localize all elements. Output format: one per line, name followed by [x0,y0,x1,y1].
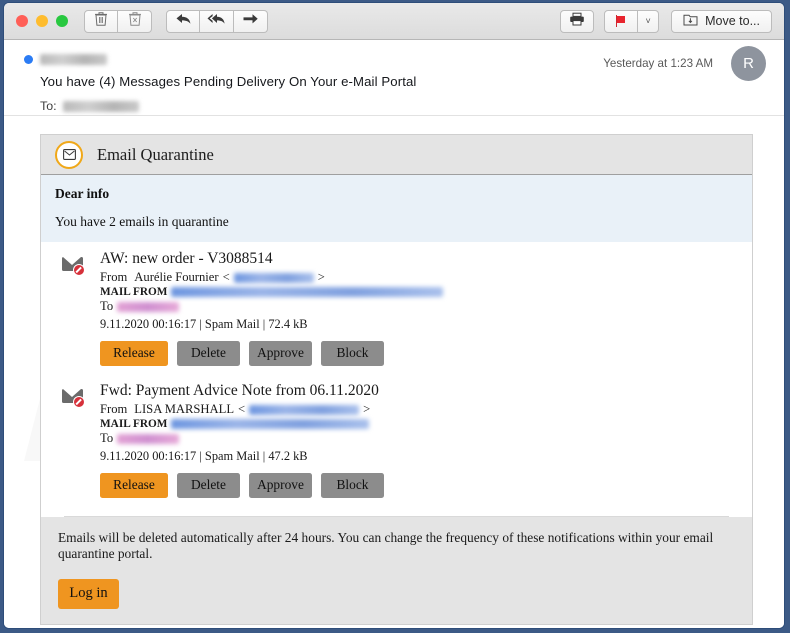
quarantine-title: Email Quarantine [97,144,214,164]
trash-icon [94,11,108,31]
window-toolbar: ˅ Move to... [4,3,784,40]
junk-trash-icon [128,11,142,31]
from-label: From [100,270,128,284]
reply-all-button[interactable] [200,9,234,33]
mail-subject: Fwd: Payment Advice Note from 06.11.2020 [100,382,379,399]
block-button[interactable]: Block [321,341,384,366]
mail-from-row: From Aurélie Fournier < > [100,270,443,285]
log-in-button[interactable]: Log in [58,579,119,609]
mail-to-address-redacted[interactable] [117,433,180,444]
mail-date-meta: 9.11.2020 00:16:17 | Spam Mail | 72.4 kB [100,317,308,331]
red-flag-icon [615,15,627,27]
angle-open: < [238,402,246,416]
zoom-window-button[interactable] [56,15,68,27]
mail-from-row: From LISA MARSHALL < > [100,402,384,417]
mail-date-meta: 9.11.2020 00:16:17 | Spam Mail | 47.2 kB [100,449,308,463]
mail-from-address-redacted[interactable] [171,419,370,429]
from-name: Aurélie Fournier [134,270,219,284]
move-to-label: Move to... [705,14,760,28]
delete-button[interactable] [84,9,118,33]
sender-address-redacted [40,54,107,65]
quarantined-mail-list: AW: new order - V3088514 From Aurélie Fo… [41,242,752,517]
list-item: Fwd: Payment Advice Note from 06.11.2020… [41,374,752,506]
mail-details: AW: new order - V3088514 From Aurélie Fo… [100,250,444,370]
footer-note: Emails will be deleted automatically aft… [58,530,714,561]
angle-open: < [222,270,230,284]
quarantine-card: Email Quarantine Dear info You have 2 em… [40,134,753,625]
flag-dropdown-button[interactable]: ˅ [638,9,660,33]
avatar: R [731,46,766,81]
to-label: To: [40,99,57,113]
envelope-badge-icon [55,140,83,169]
approve-button[interactable]: Approve [249,473,312,498]
mail-subject: AW: new order - V3088514 [100,250,273,267]
mail-window: ˅ Move to... You have (4) Messages Pendi… [3,2,785,629]
release-button[interactable]: Release [100,341,168,366]
recipient-address-redacted [62,100,139,112]
from-address-redacted[interactable] [249,404,360,415]
message-body: Email Quarantine Dear info You have 2 em… [4,116,784,628]
quarantine-count-text: You have 2 emails in quarantine [55,214,229,229]
message-header: You have (4) Messages Pending Delivery O… [4,40,784,116]
mail-from-address-redacted[interactable] [171,287,444,297]
junk-button[interactable] [118,9,152,33]
delete-button-group [84,9,152,33]
from-label: From [100,402,128,416]
reply-button-group [166,9,268,33]
greeting-text: Dear info [55,186,110,201]
quarantine-card-header: Email Quarantine [41,135,752,175]
quarantine-footer: Emails will be deleted automatically aft… [41,517,752,624]
printer-icon [569,12,585,31]
print-button[interactable] [560,9,595,33]
from-address-redacted[interactable] [233,272,314,283]
message-subject: You have (4) Messages Pending Delivery O… [40,74,417,89]
mail-to-row: To [100,431,384,446]
from-name: LISA MARSHALL [134,402,235,416]
quarantine-greeting-block: Dear info You have 2 emails in quarantin… [41,175,752,242]
mail-envelope-from-row: MAIL FROM [100,286,444,298]
folder-move-icon [683,13,698,30]
mail-to-row: To [100,299,443,314]
mail-action-buttons: Release Delete Approve Block [100,341,443,366]
approve-button[interactable]: Approve [249,341,312,366]
angle-close: > [317,270,325,284]
blocked-envelope-icon [62,387,85,409]
print-button-group [560,9,595,33]
to-label: To [100,299,114,313]
reply-button[interactable] [166,9,200,33]
move-to-button[interactable]: Move to... [671,9,772,33]
unread-dot-icon[interactable] [24,55,33,64]
reply-arrow-icon [175,12,192,31]
delete-button[interactable]: Delete [177,473,240,498]
list-item: AW: new order - V3088514 From Aurélie Fo… [41,242,752,374]
message-date: Yesterday at 1:23 AM [603,57,713,70]
mail-to-address-redacted[interactable] [117,301,180,312]
reply-all-arrow-icon [207,12,226,31]
to-label: To [100,431,114,445]
block-button[interactable]: Block [321,473,384,498]
flag-button-group: ˅ [604,9,660,33]
forward-button[interactable] [234,9,268,33]
mail-from-label: MAIL FROM [100,418,168,430]
minimize-window-button[interactable] [36,15,48,27]
mail-envelope-from-row: MAIL FROM [100,418,384,430]
traffic-light-group [16,15,68,27]
close-window-button[interactable] [16,15,28,27]
mail-action-buttons: Release Delete Approve Block [100,473,384,498]
mail-from-label: MAIL FROM [100,286,168,298]
flag-button[interactable] [604,9,639,33]
chevron-down-icon: ˅ [645,15,651,26]
recipient-row: To: [40,99,784,113]
angle-close: > [363,402,371,416]
blocked-envelope-icon [62,255,85,277]
delete-button[interactable]: Delete [177,341,240,366]
move-to-button-group: Move to... [671,9,772,33]
forward-arrow-icon [242,12,259,31]
release-button[interactable]: Release [100,473,168,498]
mail-details: Fwd: Payment Advice Note from 06.11.2020… [100,382,384,502]
